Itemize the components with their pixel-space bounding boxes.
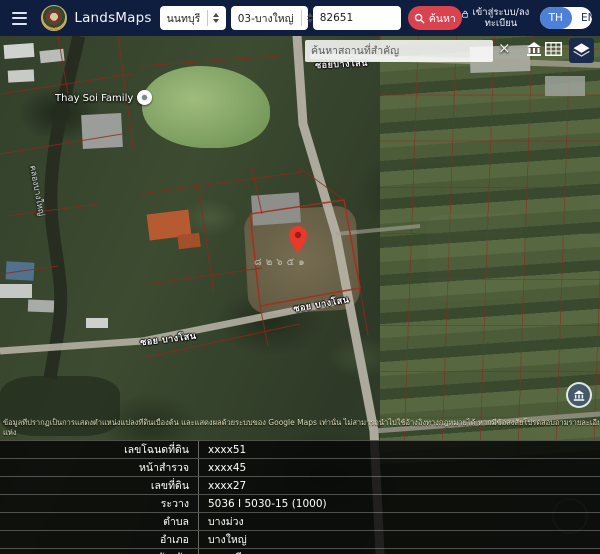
select-arrows-icon	[207, 10, 219, 26]
field-label: อำเภอ	[0, 531, 198, 548]
layers-button[interactable]	[569, 38, 594, 63]
province-select[interactable]: นนทบุรี	[160, 6, 226, 30]
field-value: นนทบุรี	[198, 549, 600, 554]
building-poi-icon[interactable]	[568, 384, 590, 406]
field-label: จังหวัด	[0, 549, 198, 554]
parcel-number-input[interactable]	[313, 6, 401, 30]
field-label: หน้าสำรวจ	[0, 459, 198, 476]
field-value: บางม่วง	[198, 513, 600, 530]
landsmaps-app: LandsMaps นนทบุรี 03-บางใหญ่ ค้นหา เข้าส…	[0, 0, 600, 554]
field-label: ระวาง	[0, 495, 198, 512]
menu-icon[interactable]	[12, 12, 27, 25]
dol-logo-icon	[41, 5, 67, 31]
disclaimer-line2: แห่ง	[3, 428, 599, 438]
brand-title: LandsMaps	[74, 10, 151, 26]
table-row: ตำบล บางม่วง	[0, 512, 600, 530]
field-value: xxxx27	[198, 477, 600, 494]
table-row: หน้าสำรวจ xxxx45	[0, 458, 600, 476]
map-disclaimer: ข้อมูลที่ปรากฏเป็นการแสดงตำแหน่งแปลงที่ด…	[3, 418, 599, 438]
table-row: อำเภอ บางใหญ่	[0, 530, 600, 548]
parcel-number-watermark: ๘๒๖๕๑	[254, 255, 309, 270]
lock-icon	[462, 8, 468, 20]
login-link[interactable]: เข้าสู่ระบบ/ลงทะเบียน	[462, 7, 530, 30]
disclaimer-line1: ข้อมูลที่ปรากฏเป็นการแสดงตำแหน่งแปลงที่ด…	[3, 418, 599, 428]
land-office-layer-icon[interactable]	[526, 42, 542, 56]
language-toggle: TH EN	[540, 7, 592, 29]
province-select-value: นนทบุรี	[167, 10, 201, 27]
field-label: เลขที่ดิน	[0, 477, 198, 494]
place-search-input[interactable]	[305, 40, 493, 62]
field-value: 5036 I 5030-15 (1000)	[198, 495, 600, 512]
table-row: เลขโฉนดที่ดิน xxxx51	[0, 440, 600, 458]
district-select-value: 03-บางใหญ่	[238, 10, 294, 27]
table-row: ระวาง 5036 I 5030-15 (1000)	[0, 494, 600, 512]
parcel-info-table: เลขโฉนดที่ดิน xxxx51 หน้าสำรวจ xxxx45 เล…	[0, 440, 600, 554]
lang-en-button[interactable]: EN	[572, 7, 592, 29]
grid-layer-icon[interactable]	[545, 42, 562, 56]
field-value: บางใหญ่	[198, 531, 600, 548]
table-row: เลขที่ดิน xxxx27	[0, 476, 600, 494]
search-icon	[414, 13, 425, 24]
clear-search-icon[interactable]: ×	[498, 39, 511, 57]
search-button-label: ค้นหา	[429, 10, 456, 27]
login-label: เข้าสู่ระบบ/ลงทะเบียน	[472, 7, 529, 30]
select-arrows-icon	[301, 10, 313, 26]
poi-dot-icon[interactable]	[137, 90, 152, 105]
field-label: ตำบล	[0, 513, 198, 530]
field-value: xxxx45	[198, 459, 600, 476]
top-navbar: LandsMaps นนทบุรี 03-บางใหญ่ ค้นหา เข้าส…	[0, 0, 600, 36]
field-label: เลขโฉนดที่ดิน	[0, 441, 198, 458]
district-select[interactable]: 03-บางใหญ่	[231, 6, 308, 30]
search-button[interactable]: ค้นหา	[408, 6, 462, 30]
poi-label: Thay Soi Family	[55, 93, 133, 104]
lang-th-button[interactable]: TH	[540, 7, 572, 29]
layers-icon	[572, 42, 591, 59]
result-pin-icon[interactable]	[289, 226, 307, 254]
field-value: xxxx51	[198, 441, 600, 458]
table-row: จังหวัด นนทบุรี	[0, 548, 600, 554]
